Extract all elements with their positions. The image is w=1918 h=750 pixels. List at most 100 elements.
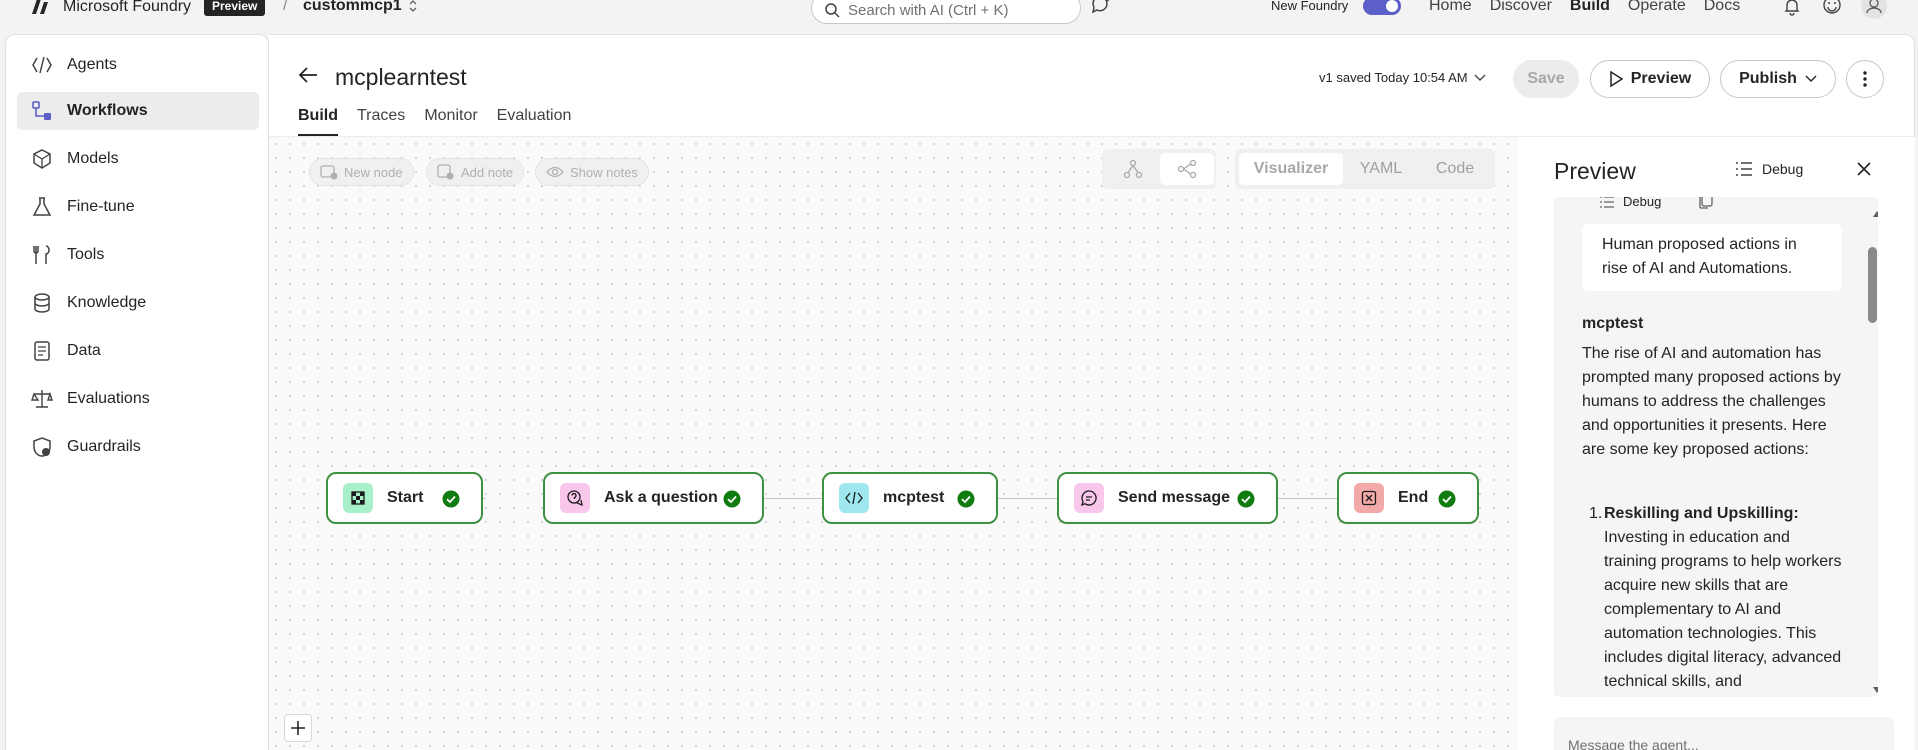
node-label: Send message xyxy=(1118,489,1231,506)
top-nav-docs[interactable]: Docs xyxy=(1704,0,1740,15)
top-nav-discover[interactable]: Discover xyxy=(1490,0,1552,15)
preview-button-label: Preview xyxy=(1630,70,1692,87)
scroll-up-icon[interactable] xyxy=(1872,210,1878,218)
tab-monitor[interactable]: Monitor xyxy=(424,107,477,136)
list-icon xyxy=(1600,197,1614,208)
top-nav-operate[interactable]: Operate xyxy=(1628,0,1686,15)
more-options-button[interactable] xyxy=(1846,60,1884,98)
scroll-down-icon[interactable] xyxy=(1872,686,1878,694)
sidebar-item-evaluations[interactable]: Evaluations xyxy=(17,380,259,418)
list-text: Investing in education and training prog… xyxy=(1604,529,1842,690)
search-box[interactable]: Search with AI (Ctrl + K) xyxy=(811,0,1081,24)
sidebar-item-models[interactable]: Models xyxy=(17,140,259,178)
chat-transcript[interactable]: Debug Human proposed actions in rise of … xyxy=(1554,197,1878,697)
preview-title: Preview xyxy=(1554,158,1636,184)
smiley-icon[interactable] xyxy=(1822,0,1842,16)
breadcrumb-separator: / xyxy=(283,0,288,14)
tree-layout-icon[interactable] xyxy=(1106,153,1160,185)
sidebar-item-knowledge[interactable]: Knowledge xyxy=(17,284,259,322)
shield-icon xyxy=(29,436,55,458)
note-icon xyxy=(437,164,454,180)
brand-name[interactable]: Microsoft Foundry xyxy=(63,0,191,16)
version-selector[interactable]: v1 saved Today 10:54 AM xyxy=(1319,70,1486,85)
node-mcptest[interactable]: mcptest xyxy=(822,472,998,524)
node-send-message[interactable]: Send message xyxy=(1057,472,1278,524)
chevron-up-down-icon xyxy=(409,0,417,12)
sidebar-item-label: Knowledge xyxy=(67,294,147,311)
top-nav-home[interactable]: Home xyxy=(1429,0,1472,15)
flow-layout-icon[interactable] xyxy=(1160,153,1214,185)
avatar-icon[interactable] xyxy=(1860,0,1888,20)
add-node-icon xyxy=(320,165,338,180)
mode-code[interactable]: Code xyxy=(1421,153,1489,185)
workflow-edge xyxy=(996,498,1059,499)
list-icon xyxy=(1736,162,1752,176)
sidebar-item-label: Evaluations xyxy=(67,390,150,407)
scrollbar-thumb[interactable] xyxy=(1868,247,1877,323)
copilot-chat-icon[interactable] xyxy=(1090,0,1112,15)
success-check-icon xyxy=(957,490,975,508)
node-label: mcptest xyxy=(883,489,945,506)
sidebar-item-label: Fine-tune xyxy=(67,198,135,215)
zoom-in-button[interactable] xyxy=(284,714,312,742)
back-arrow-icon[interactable] xyxy=(297,65,319,85)
agent-name: mcptest xyxy=(1582,315,1644,332)
layout-switcher xyxy=(1102,149,1216,189)
node-end[interactable]: End xyxy=(1337,472,1479,524)
foundry-logo-icon[interactable] xyxy=(28,0,52,16)
sidebar-item-label: Tools xyxy=(67,246,105,263)
top-nav-build[interactable]: Build xyxy=(1570,0,1610,15)
save-button[interactable]: Save xyxy=(1513,60,1579,98)
workflow-edge xyxy=(1276,498,1339,499)
search-icon xyxy=(825,3,840,18)
project-selector[interactable]: custommcp1 xyxy=(303,0,418,15)
mode-visualizer[interactable]: Visualizer xyxy=(1239,153,1343,185)
show-notes-label: Show notes xyxy=(570,164,638,180)
scale-icon xyxy=(29,388,55,410)
add-note-button[interactable]: Add note xyxy=(426,158,525,186)
sidebar-item-workflows[interactable]: Workflows xyxy=(17,92,259,130)
tab-traces[interactable]: Traces xyxy=(357,107,405,136)
success-check-icon xyxy=(723,490,741,508)
node-label: Ask a question xyxy=(604,489,718,506)
new-node-button[interactable]: New node xyxy=(309,158,414,186)
message-debug-label: Debug xyxy=(1623,197,1662,209)
show-notes-button[interactable]: Show notes xyxy=(535,158,649,186)
node-ask-a-question[interactable]: Ask a question xyxy=(543,472,764,524)
publish-button-label: Publish xyxy=(1739,70,1797,87)
sidebar-item-fine-tune[interactable]: Fine-tune xyxy=(17,188,259,226)
preview-button[interactable]: Preview xyxy=(1590,60,1710,98)
page-title: mcplearntest xyxy=(335,64,467,90)
sidebar-item-agents[interactable]: Agents xyxy=(17,46,259,84)
mode-yaml[interactable]: YAML xyxy=(1347,153,1415,185)
workflow-canvas[interactable]: New node Add note Show notes Visualizer … xyxy=(269,137,1519,750)
tools-icon xyxy=(29,244,55,266)
message-icon xyxy=(1074,483,1104,513)
flask-icon xyxy=(29,196,55,218)
sidebar-item-label: Models xyxy=(67,150,119,167)
sidebar-item-guardrails[interactable]: Guardrails xyxy=(17,428,259,466)
new-foundry-toggle[interactable] xyxy=(1363,0,1401,15)
publish-button[interactable]: Publish xyxy=(1720,60,1836,98)
tab-evaluation[interactable]: Evaluation xyxy=(497,107,572,136)
chevron-down-icon xyxy=(1474,74,1486,81)
top-nav: Home Discover Build Operate Docs xyxy=(1429,0,1740,15)
sidebar: Agents Workflows Models Fine-tune Tools … xyxy=(5,34,269,750)
message-input[interactable]: Message the agent... xyxy=(1554,717,1894,750)
agent-response: The rise of AI and automation has prompt… xyxy=(1582,345,1841,458)
message-debug-button[interactable]: Debug xyxy=(1599,197,1661,209)
sidebar-item-data[interactable]: Data xyxy=(17,332,259,370)
debug-button[interactable]: Debug xyxy=(1735,161,1803,177)
bell-icon[interactable] xyxy=(1782,0,1802,16)
chevron-down-icon xyxy=(1805,75,1817,82)
close-icon[interactable] xyxy=(1856,161,1872,177)
list-heading: Reskilling and Upskilling: xyxy=(1604,505,1799,522)
models-icon xyxy=(29,148,55,170)
search-input[interactable]: Search with AI (Ctrl + K) xyxy=(848,2,1008,19)
sidebar-item-tools[interactable]: Tools xyxy=(17,236,259,274)
node-start[interactable]: Start xyxy=(326,472,483,524)
response-list-item: 1. Reskilling and Upskilling: Investing … xyxy=(1589,502,1844,694)
success-check-icon xyxy=(442,490,460,508)
tab-build[interactable]: Build xyxy=(298,107,338,136)
copy-icon[interactable] xyxy=(1699,197,1713,209)
